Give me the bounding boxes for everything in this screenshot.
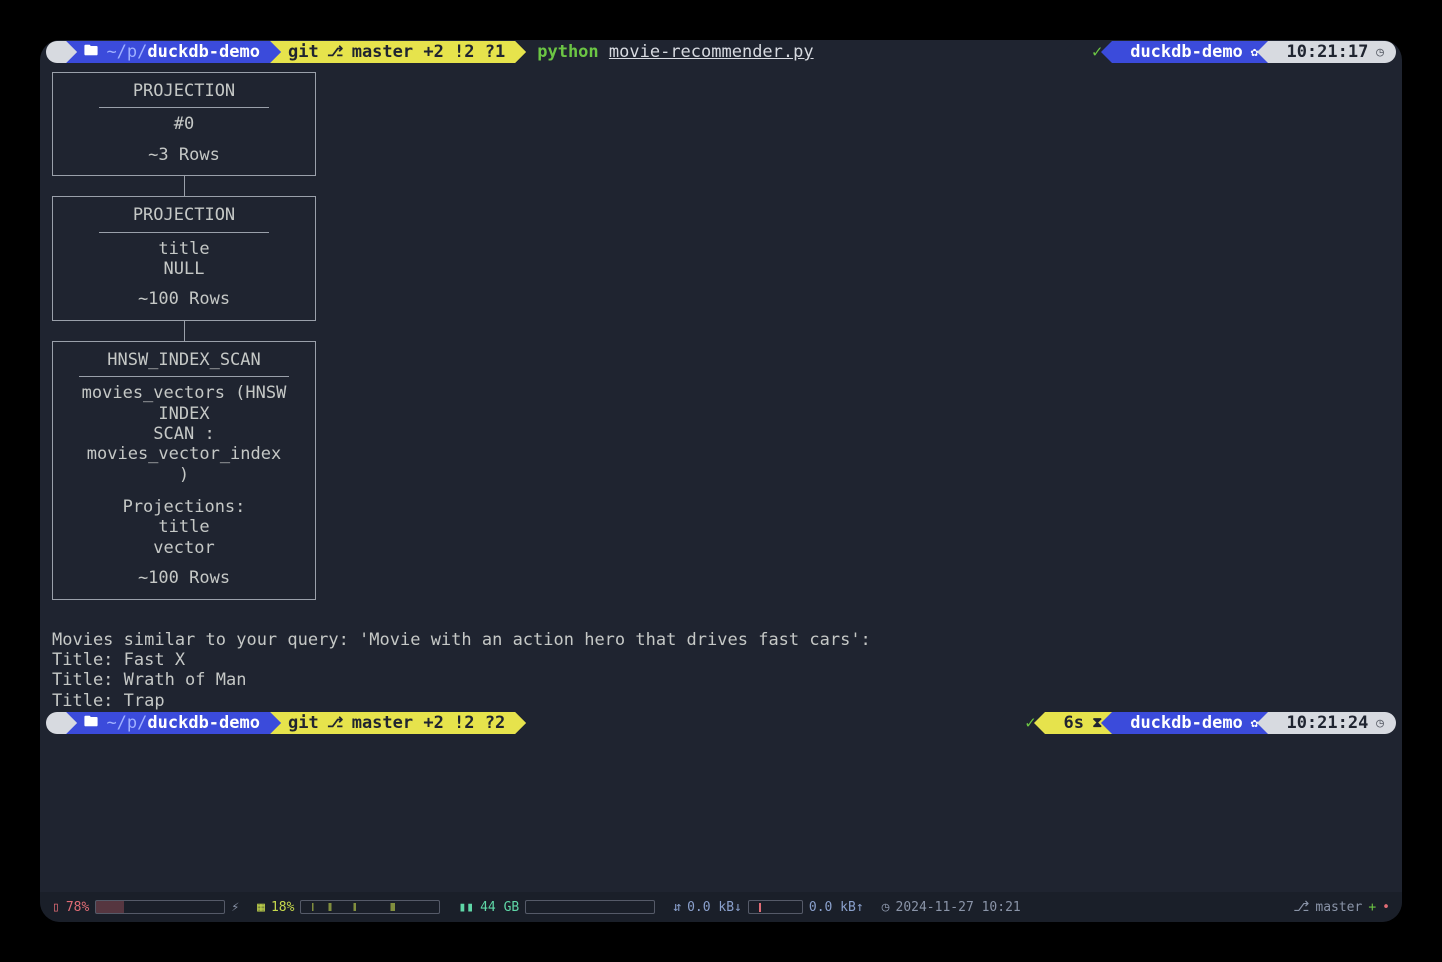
folder-icon: 🖿 — [84, 711, 106, 735]
net-sparkline — [748, 900, 803, 914]
battery-value: 78% — [66, 900, 89, 915]
clock-stat: ◷ 2024-11-27 10:21 — [882, 900, 1021, 915]
mem-icon: ▮▮ — [458, 900, 474, 915]
plan-box-2-title: PROJECTION — [57, 205, 311, 231]
path-prefix-2: ~/p/ — [106, 713, 147, 733]
plan-box-1-rows: ~3 Rows — [57, 135, 311, 165]
plan-box-3-body1: movies_vectors (HNSW INDEX — [57, 383, 311, 424]
prompt-line-2[interactable]: 🖿 ~/p/duckdb-demo git ⎇ master +2 !2 ?2 … — [40, 711, 1402, 735]
net-up: 0.0 kB↑ — [809, 900, 864, 915]
clock-icon: ◷ — [1368, 716, 1384, 731]
git-segment-2: git ⎇ master +2 !2 ?2 — [270, 712, 515, 734]
plan-connector-1 — [184, 176, 185, 196]
branch-name: master — [1315, 900, 1362, 915]
git-label-2: git — [288, 713, 319, 733]
plan-box-1: PROJECTION #0 ~3 Rows — [52, 72, 316, 176]
plan-box-3-proj1: title — [57, 517, 311, 537]
folder-icon: 🖿 — [84, 40, 106, 64]
hourglass-icon: ⧗ — [1084, 715, 1102, 731]
battery-stat: ▯ 78% ⚡ — [52, 900, 239, 915]
command-output: Movies similar to your query: 'Movie wit… — [40, 600, 1402, 712]
mem-sparkline — [525, 900, 655, 914]
cpu-sparkline — [300, 900, 440, 914]
env-name-2: duckdb-demo — [1130, 713, 1243, 733]
right-prompt-1: ✓ duckdb-demo ✿ 10:21:17 ◷ — [1074, 41, 1402, 63]
path-segment: 🖿 ~/p/duckdb-demo — [66, 41, 270, 63]
time-value: 10:21:17 — [1286, 42, 1368, 62]
path-dir-2: duckdb-demo — [147, 713, 260, 733]
plan-box-2: PROJECTION title NULL ~100 Rows — [52, 196, 316, 321]
mem-value: 44 GB — [480, 900, 519, 915]
net-icon: ⇵ — [673, 900, 681, 915]
duration-value: 6s — [1063, 713, 1083, 733]
bolt-icon: ⚡ — [231, 900, 239, 915]
plan-box-3-body3: ) — [57, 465, 311, 485]
query-plan: PROJECTION #0 ~3 Rows PROJECTION title N… — [40, 64, 1402, 600]
cpu-value: 18% — [271, 900, 294, 915]
command-arg: movie-recommender.py — [609, 42, 814, 62]
output-line-4: Title: Trap — [52, 691, 1402, 711]
plan-box-3-proj2: vector — [57, 538, 311, 558]
gear-icon: ✿ — [1243, 716, 1259, 731]
plan-box-2-rows: ~100 Rows — [57, 279, 311, 309]
net-stat: ⇵ 0.0 kB↓ 0.0 kB↑ — [673, 900, 863, 915]
plan-box-1-body: #0 — [57, 114, 311, 134]
plan-box-3-body2: SCAN : movies_vector_index — [57, 424, 311, 465]
plan-connector-2 — [184, 321, 185, 341]
right-prompt-2: ✓ 6s ⧗ duckdb-demo ✿ 10:21:24 ◷ — [1007, 712, 1402, 734]
path-prefix: ~/p/ — [106, 42, 147, 62]
terminal-content[interactable]: 🖿 ~/p/duckdb-demo git ⎇ master +2 !2 ?1 … — [40, 40, 1402, 892]
terminal-window: 🖿 ~/p/duckdb-demo git ⎇ master +2 !2 ?1 … — [40, 40, 1402, 922]
git-branch: master +2 !2 ?1 — [352, 42, 506, 62]
branch-stat: ⎇ master + • — [1293, 899, 1390, 915]
plan-box-1-title: PROJECTION — [57, 81, 311, 107]
output-line-3: Title: Wrath of Man — [52, 670, 1402, 690]
os-segment-2 — [46, 712, 66, 734]
command-segment: python movie-recommender.py — [515, 41, 823, 63]
net-down: 0.0 kB↓ — [687, 900, 742, 915]
plan-box-2-body2: NULL — [57, 259, 311, 279]
output-line-2: Title: Fast X — [52, 650, 1402, 670]
cpu-icon: ▦ — [257, 900, 265, 915]
git-label: git — [288, 42, 319, 62]
env-segment-2: duckdb-demo ✿ — [1112, 712, 1268, 734]
command-name: python — [537, 42, 598, 62]
plan-box-3-rows: ~100 Rows — [57, 558, 311, 588]
path-dir: duckdb-demo — [147, 42, 260, 62]
branch-icon: ⎇ — [319, 715, 352, 731]
branch-plus: + — [1368, 900, 1376, 915]
battery-icon: ▯ — [52, 900, 60, 915]
mem-stat: ▮▮ 44 GB — [458, 900, 655, 915]
branch-icon: ⎇ — [1293, 899, 1309, 915]
clock-value: 2024-11-27 10:21 — [896, 900, 1021, 915]
cpu-stat: ▦ 18% — [257, 900, 440, 915]
time-value-2: 10:21:24 — [1286, 713, 1368, 733]
time-segment: 10:21:17 ◷ — [1268, 41, 1396, 63]
status-bar: ▯ 78% ⚡ ▦ 18% ▮▮ 44 GB ⇵ 0.0 kB↓ 0.0 kB↑… — [40, 892, 1402, 922]
gear-icon: ✿ — [1243, 45, 1259, 60]
time-segment-2: 10:21:24 ◷ — [1268, 712, 1396, 734]
branch-icon: ⎇ — [319, 44, 352, 60]
plan-box-3: HNSW_INDEX_SCAN movies_vectors (HNSW IND… — [52, 341, 316, 600]
clock-icon: ◷ — [1368, 45, 1384, 60]
prompt-line-1: 🖿 ~/p/duckdb-demo git ⎇ master +2 !2 ?1 … — [40, 40, 1402, 64]
plan-box-3-title: HNSW_INDEX_SCAN — [57, 350, 311, 376]
plan-box-3-proj-label: Projections: — [57, 497, 311, 517]
env-name: duckdb-demo — [1130, 42, 1243, 62]
plan-box-2-body1: title — [57, 239, 311, 259]
branch-dot: • — [1382, 900, 1390, 915]
battery-sparkline — [95, 900, 225, 914]
output-line-1: Movies similar to your query: 'Movie wit… — [52, 630, 1402, 650]
path-segment-2: 🖿 ~/p/duckdb-demo — [66, 712, 270, 734]
env-segment: duckdb-demo ✿ — [1112, 41, 1268, 63]
git-branch-2: master +2 !2 ?2 — [352, 713, 506, 733]
os-segment — [46, 41, 66, 63]
git-segment: git ⎇ master +2 !2 ?1 — [270, 41, 515, 63]
clock-icon: ◷ — [882, 900, 890, 915]
